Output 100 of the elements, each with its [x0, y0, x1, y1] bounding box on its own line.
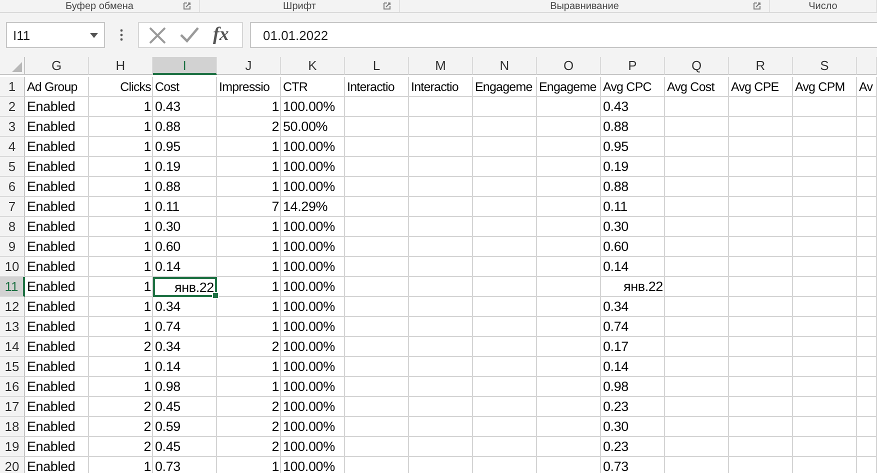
table-cell	[665, 197, 729, 217]
column-header[interactable]: H	[89, 57, 153, 75]
table-cell	[473, 437, 537, 457]
row-header[interactable]: 4	[0, 137, 25, 157]
table-cell: 0.88	[601, 177, 665, 197]
column-header[interactable]: P	[601, 57, 665, 75]
table-cell: 2	[89, 397, 153, 417]
row-header[interactable]: 8	[0, 217, 25, 237]
row-header[interactable]: 18	[0, 417, 25, 437]
more-options-icon[interactable]	[120, 29, 123, 41]
column-title-cell: Cost	[153, 77, 217, 97]
table-cell: 0.34	[153, 337, 217, 357]
row-header[interactable]: 6	[0, 177, 25, 197]
table-cell: 14.29%	[281, 197, 345, 217]
row-header[interactable]: 1	[0, 77, 25, 97]
checkmark-icon[interactable]	[180, 27, 199, 43]
table-cell	[409, 317, 473, 337]
row-header[interactable]: 9	[0, 237, 25, 257]
column-header[interactable]: G	[25, 57, 89, 75]
column-header[interactable]: L	[345, 57, 409, 75]
table-cell	[857, 277, 877, 297]
table-cell	[665, 397, 729, 417]
dialog-launcher-icon[interactable]	[383, 2, 391, 10]
table-cell	[665, 297, 729, 317]
formula-input[interactable]: 01.01.2022	[250, 22, 877, 48]
fill-handle[interactable]	[212, 292, 219, 299]
table-cell	[793, 177, 857, 197]
table-cell	[729, 257, 793, 277]
column-header[interactable]: N	[473, 57, 537, 75]
table-cell	[473, 357, 537, 377]
dialog-launcher-icon[interactable]	[753, 2, 761, 10]
table-cell	[857, 197, 877, 217]
table-cell: 2	[217, 397, 281, 417]
row-header[interactable]: 14	[0, 337, 25, 357]
table-cell	[409, 337, 473, 357]
table-cell: 0.45	[153, 437, 217, 457]
row-header[interactable]: 20	[0, 457, 25, 473]
table-cell: 0.30	[601, 217, 665, 237]
table-cell	[473, 377, 537, 397]
table-cell: 0.95	[601, 137, 665, 157]
table-cell	[665, 237, 729, 257]
table-cell: 1	[217, 297, 281, 317]
table-cell: 1	[89, 377, 153, 397]
dialog-launcher-icon[interactable]	[183, 2, 191, 10]
table-cell	[793, 437, 857, 457]
row-header[interactable]: 3	[0, 117, 25, 137]
active-cell[interactable]: янв.22	[153, 277, 217, 297]
table-cell: 0.88	[153, 117, 217, 137]
row-header[interactable]: 16	[0, 377, 25, 397]
table-cell	[537, 357, 601, 377]
table-cell	[793, 277, 857, 297]
table-cell	[473, 297, 537, 317]
column-header[interactable]: S	[793, 57, 857, 75]
table-cell	[409, 117, 473, 137]
row-header[interactable]: 12	[0, 297, 25, 317]
table-cell	[857, 257, 877, 277]
table-cell	[857, 137, 877, 157]
table-cell	[857, 337, 877, 357]
cancel-icon[interactable]	[149, 26, 166, 44]
table-cell	[473, 277, 537, 297]
column-header[interactable]: J	[217, 57, 281, 75]
row-header[interactable]: 13	[0, 317, 25, 337]
ribbon-group-label: Шрифт	[283, 0, 316, 12]
row-header[interactable]: 15	[0, 357, 25, 377]
table-cell: 0.23	[601, 397, 665, 417]
row-header[interactable]: 17	[0, 397, 25, 417]
row-header[interactable]: 19	[0, 437, 25, 457]
table-cell: 1	[89, 277, 153, 297]
insert-function-button[interactable]: fx	[213, 24, 229, 46]
column-header[interactable]: R	[729, 57, 793, 75]
name-box[interactable]: I11	[6, 22, 105, 48]
column-header[interactable]: K	[281, 57, 345, 75]
table-cell	[537, 197, 601, 217]
table-cell: 100.00%	[281, 157, 345, 177]
column-header[interactable]: M	[409, 57, 473, 75]
column-header[interactable]: I	[153, 57, 217, 75]
table-cell: 1	[89, 257, 153, 277]
column-header[interactable]: Q	[665, 57, 729, 75]
row-header[interactable]: 5	[0, 157, 25, 177]
row-header[interactable]: 7	[0, 197, 25, 217]
table-cell: 2	[217, 417, 281, 437]
row-header[interactable]: 10	[0, 257, 25, 277]
column-header[interactable]: O	[537, 57, 601, 75]
table-cell	[345, 357, 409, 377]
table-cell	[345, 197, 409, 217]
row-header[interactable]: 2	[0, 97, 25, 117]
table-cell	[537, 157, 601, 177]
table-cell: 0.73	[153, 457, 217, 473]
table-cell: 0.43	[601, 97, 665, 117]
table-cell	[537, 437, 601, 457]
table-cell	[537, 177, 601, 197]
row-header[interactable]: 11	[0, 277, 25, 297]
table-cell: Enabled	[25, 277, 89, 297]
table-cell	[345, 277, 409, 297]
table-cell: 0.34	[601, 297, 665, 317]
table-cell	[729, 317, 793, 337]
table-cell	[665, 417, 729, 437]
table-cell	[793, 97, 857, 117]
table-cell: 7	[217, 197, 281, 217]
table-cell: 2	[89, 437, 153, 457]
